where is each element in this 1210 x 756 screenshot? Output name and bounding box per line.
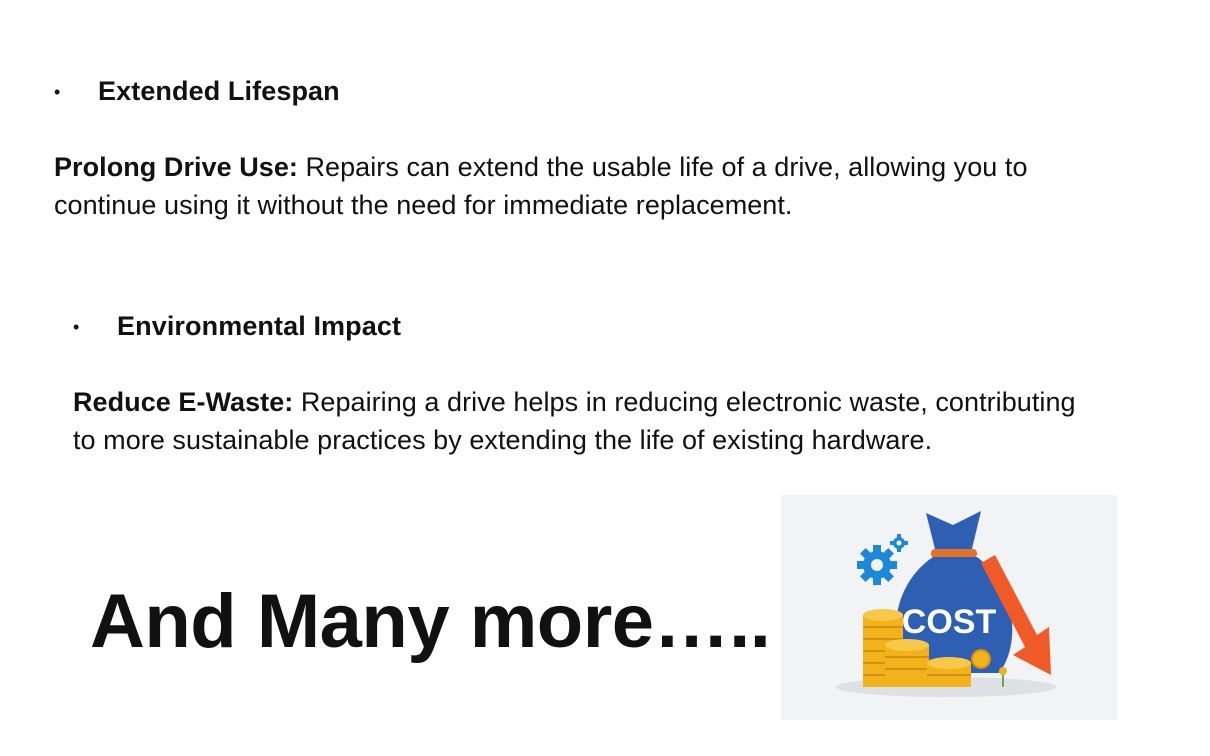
bullet-dot: • xyxy=(73,316,80,337)
cost-reduction-icon: COST xyxy=(836,511,1056,697)
paragraph-line: Prolong Drive Use: Repairs can extend th… xyxy=(54,148,1028,186)
paragraph-line: to more sustainable practices by extendi… xyxy=(73,425,933,455)
heading-environmental-impact: Environmental Impact xyxy=(117,311,402,341)
paragraph-prolong-drive-use: Prolong Drive Use: Repairs can extend th… xyxy=(54,148,1028,224)
heading-extended-lifespan: Extended Lifespan xyxy=(98,76,340,106)
paragraph-reduce-e-waste: Reduce E-Waste: Repairing a drive helps … xyxy=(73,383,1076,459)
term-reduce-e-waste: Reduce E-Waste: xyxy=(73,387,294,417)
paragraph-text: Repairing a drive helps in reducing elec… xyxy=(293,387,1076,417)
bag-label: COST xyxy=(902,603,997,641)
cost-reduction-illustration: COST xyxy=(781,495,1117,720)
bullet-environmental-impact: • Environmental Impact xyxy=(73,311,401,342)
paragraph-line: Reduce E-Waste: Repairing a drive helps … xyxy=(73,383,1076,421)
bullet-extended-lifespan: • Extended Lifespan xyxy=(54,76,340,107)
gear-icon xyxy=(857,545,897,585)
paragraph-text: Repairs can extend the usable life of a … xyxy=(297,152,1028,182)
term-prolong-drive-use: Prolong Drive Use: xyxy=(54,152,298,182)
slide: • Extended Lifespan Prolong Drive Use: R… xyxy=(0,0,1210,756)
paragraph-line: continue using it without the need for i… xyxy=(54,190,793,220)
small-gear-icon xyxy=(890,534,908,552)
and-many-more-text: And Many more….. xyxy=(90,579,771,664)
bullet-dot: • xyxy=(54,81,61,102)
